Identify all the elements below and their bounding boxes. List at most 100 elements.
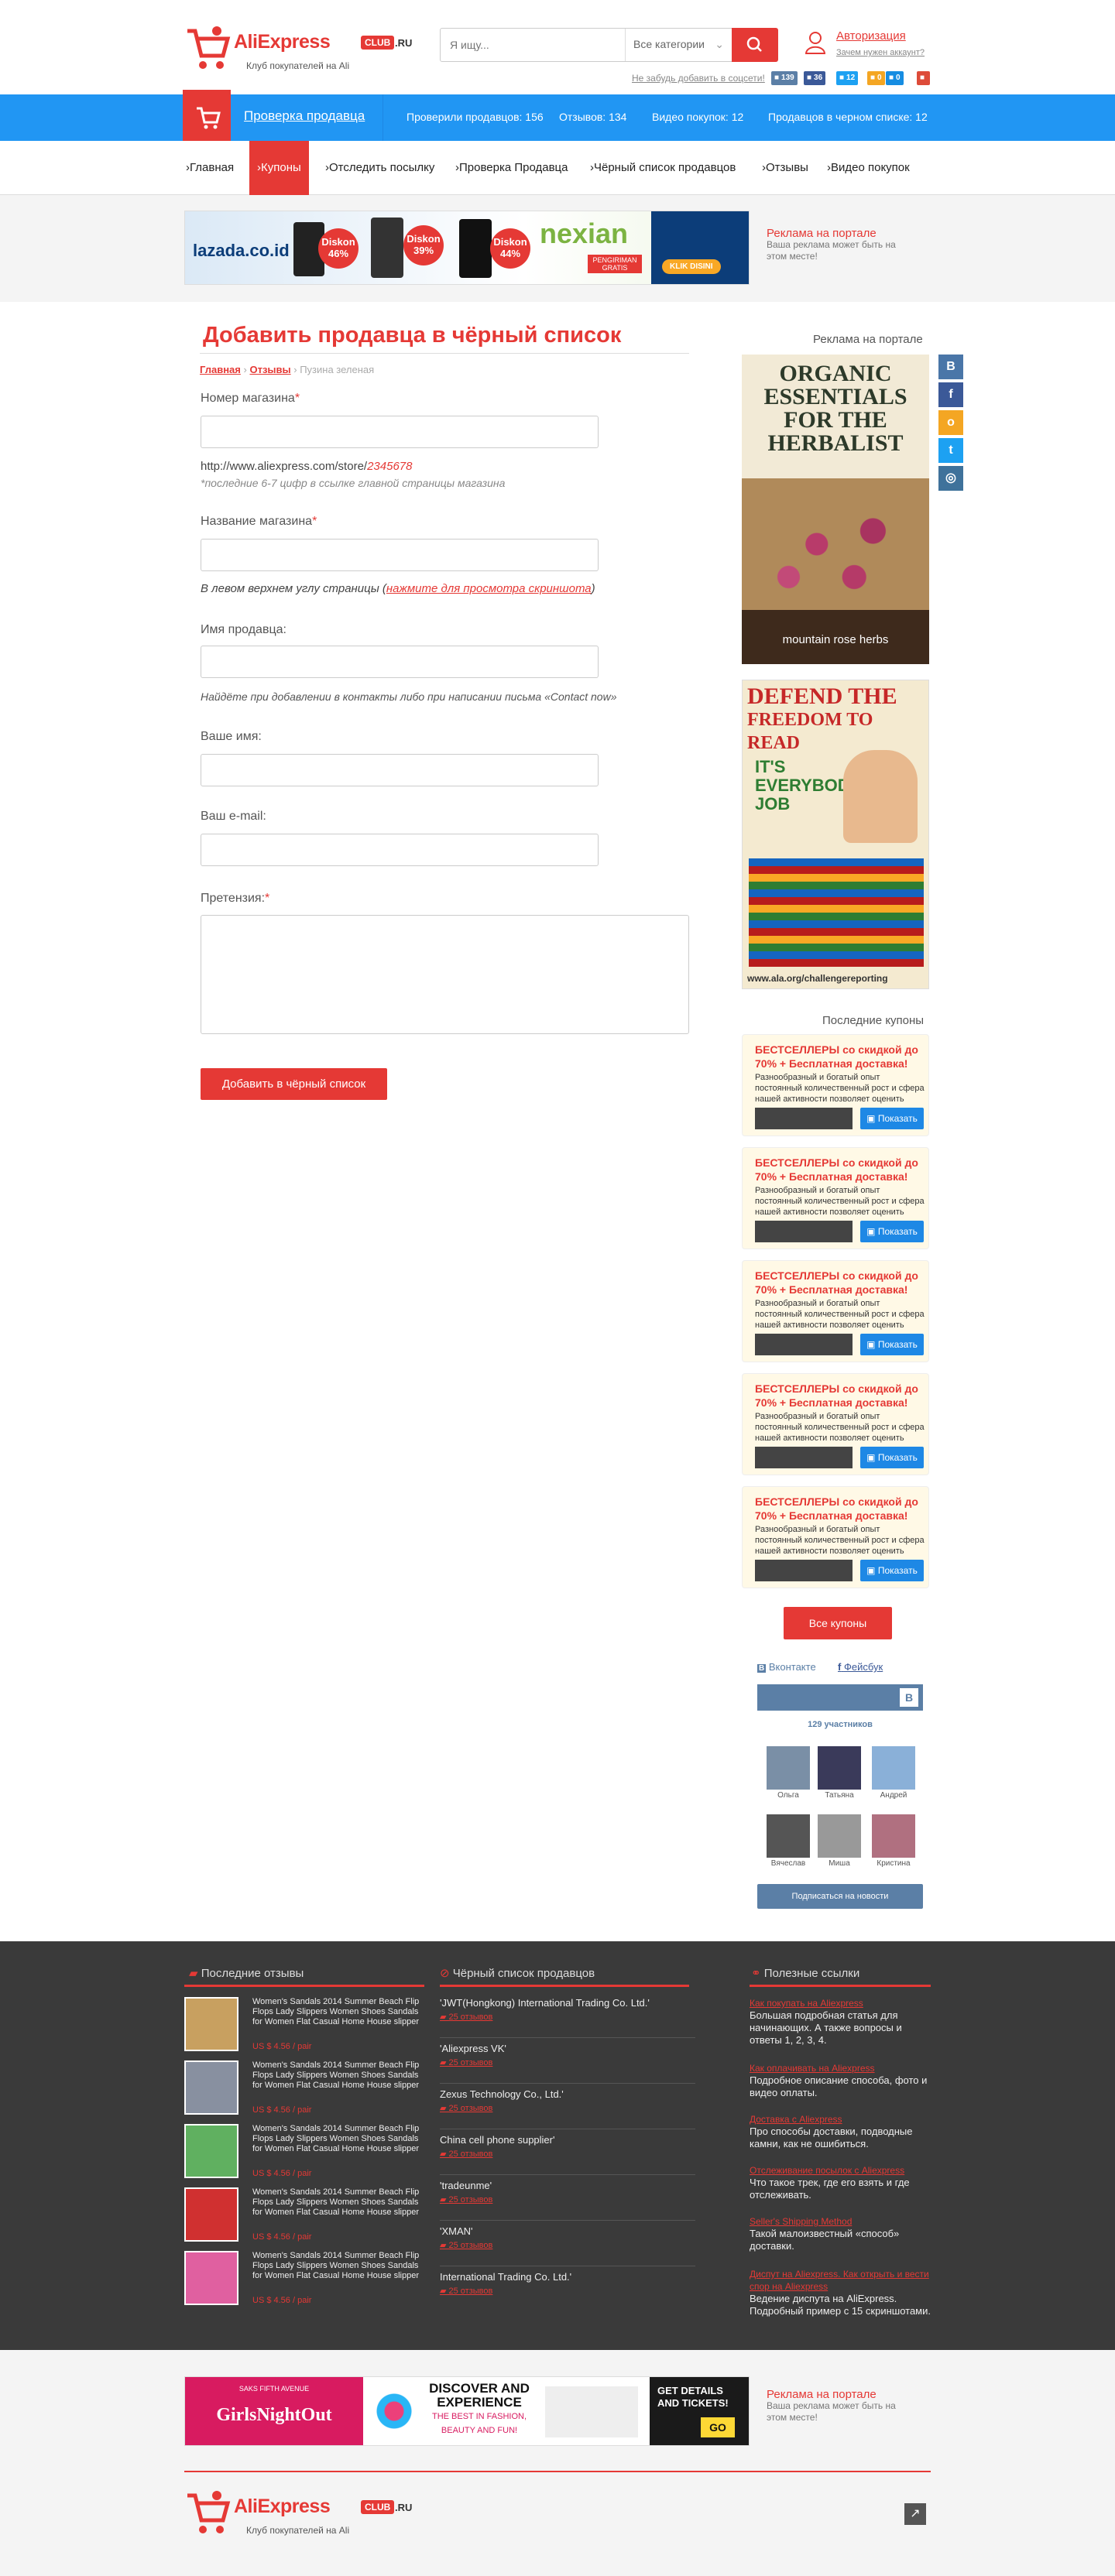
bottom-ad-banner[interactable]: SAKS FIFTH AVENUE GirlsNightOut DISCOVER…	[184, 2376, 750, 2446]
review-item[interactable]: Women's Sandals 2014 Summer Beach Flip F…	[184, 2251, 424, 2307]
show-coupon-button[interactable]: ▣ Показать	[860, 1447, 924, 1468]
show-coupon-button[interactable]: ▣ Показать	[860, 1560, 924, 1581]
rose-buds-image	[742, 478, 929, 610]
divider	[184, 2471, 931, 2472]
show-coupon-button[interactable]: ▣ Показать	[860, 1334, 924, 1355]
vk-share-button[interactable]: ■ 139	[771, 71, 798, 85]
reviews-count-link[interactable]: ▰ 25 отзывов	[440, 2057, 695, 2067]
review-item[interactable]: Women's Sandals 2014 Summer Beach Flip F…	[184, 2187, 424, 2243]
nav-item-blacklist[interactable]: ›Чёрный список продавцов	[590, 161, 736, 174]
mailru-share-button[interactable]: ■ 0	[886, 71, 904, 85]
all-coupons-button[interactable]: Все купоны	[784, 1607, 892, 1639]
add-to-blacklist-button[interactable]: Добавить в чёрный список	[201, 1068, 387, 1100]
nav-item-videos[interactable]: ›Видео покупок	[827, 161, 910, 174]
useful-link[interactable]: Как оплачивать на Aliexpress	[750, 2062, 931, 2074]
review-item[interactable]: Women's Sandals 2014 Summer Beach Flip F…	[184, 1997, 424, 2053]
member-avatar[interactable]: Кристина	[872, 1814, 915, 1868]
vk-widget-header[interactable]: В	[757, 1684, 923, 1711]
banner-event: GirlsNightOut	[216, 2405, 332, 2425]
member-avatar[interactable]: Татьяна	[818, 1746, 861, 1800]
search-input[interactable]	[441, 29, 625, 61]
divider	[184, 1985, 424, 1987]
blacklist-item[interactable]: Zexus Technology Co., Ltd.' ▰ 25 отзывов	[440, 2088, 695, 2113]
social-hint[interactable]: Не забудь добавить в соцсети!	[632, 73, 765, 84]
site-logo[interactable]: AliExpress CLUB .RU Клуб покупателей на …	[184, 23, 412, 74]
review-item[interactable]: Women's Sandals 2014 Summer Beach Flip F…	[184, 2124, 424, 2180]
search-button[interactable]	[732, 28, 778, 62]
facebook-icon[interactable]: f	[938, 382, 963, 407]
scroll-top-icon[interactable]: ↗	[904, 2503, 926, 2525]
useful-link[interactable]: Доставка с Aliexpress	[750, 2113, 931, 2126]
nav-label: Отзывы	[766, 161, 808, 174]
reviews-count-link[interactable]: ▰ 25 отзывов	[440, 2240, 695, 2250]
store-name-label: Название магазина*	[201, 515, 317, 529]
reviews-count-link[interactable]: ▰ 25 отзывов	[440, 2012, 695, 2022]
headline-line: ORGANIC	[779, 361, 892, 386]
breadcrumb-home[interactable]: Главная	[200, 364, 241, 375]
login-link[interactable]: Авторизация	[836, 29, 906, 43]
google-plus-share-button[interactable]: ■	[917, 71, 931, 85]
blacklist-item[interactable]: 'Aliexpress VK' ▰ 25 отзывов	[440, 2043, 695, 2067]
your-name-input[interactable]	[201, 754, 599, 786]
top-ad-banner[interactable]: lazada.co.id Diskon 46% Diskon 39% Disko…	[184, 211, 750, 285]
facebook-share-button[interactable]: ■ 36	[804, 71, 826, 85]
screenshot-link[interactable]: нажмите для просмотра скриншота	[386, 582, 592, 595]
odnoklassniki-icon[interactable]: о	[938, 410, 963, 435]
reviews-count-link[interactable]: ▰ 25 отзывов	[440, 2194, 695, 2204]
tab-vkontakte[interactable]: B Вконтакте	[757, 1661, 816, 1673]
blacklist-item[interactable]: China cell phone supplier' ▰ 25 отзывов	[440, 2134, 695, 2159]
show-coupon-button[interactable]: ▣ Показать	[860, 1221, 924, 1242]
useful-link[interactable]: Seller's Shipping Method	[750, 2215, 931, 2228]
sidebar-ad-ala[interactable]: DEFEND THE FREEDOM TO READ IT'S EVERYBOD…	[742, 680, 929, 989]
sidebar-ad-herbs[interactable]: ORGANIC ESSENTIALS FOR THE HERBALIST mou…	[742, 355, 929, 664]
member-avatar[interactable]: Ольга	[767, 1746, 810, 1800]
email-field[interactable]	[201, 834, 599, 866]
seller-check-link[interactable]: Проверка продавца	[244, 108, 365, 124]
useful-link[interactable]: Диспут на Aliexpress. Как открыть и вест…	[750, 2268, 931, 2293]
tab-facebook[interactable]: f Фейсбук	[838, 1661, 883, 1673]
reviews-count-link[interactable]: ▰ 25 отзывов	[440, 2149, 695, 2159]
blacklist-item[interactable]: 'JWT(Hongkong) International Trading Co.…	[440, 1997, 695, 2022]
category-select[interactable]: Все категории ⌄	[625, 29, 732, 61]
instagram-icon[interactable]: ◎	[938, 466, 963, 491]
odnoklassniki-share-button[interactable]: ■ 0	[867, 71, 885, 85]
review-item[interactable]: Women's Sandals 2014 Summer Beach Flip F…	[184, 2060, 424, 2116]
nav-item-seller-check[interactable]: ›Проверка Продавца	[455, 161, 568, 174]
twitter-icon[interactable]: t	[938, 438, 963, 463]
blacklist-item[interactable]: 'tradeunme' ▰ 25 отзывов	[440, 2180, 695, 2204]
blacklist-item[interactable]: 'XMAN' ▰ 25 отзывов	[440, 2225, 695, 2250]
subscribe-button[interactable]: Подписаться на новости	[757, 1884, 923, 1909]
go-button[interactable]: GO	[701, 2417, 735, 2437]
ad-title[interactable]: Реклама на портале	[767, 228, 898, 239]
twitter-share-button[interactable]: ■ 12	[836, 71, 859, 85]
useful-link[interactable]: Отслеживание посылок с Aliexpress	[750, 2164, 931, 2177]
blacklist-item[interactable]: International Trading Co. Ltd.' ▰ 25 отзы…	[440, 2271, 695, 2296]
useful-link[interactable]: Как покупать на Aliexpress	[750, 1997, 931, 2009]
store-number-input[interactable]	[201, 416, 599, 448]
claim-textarea[interactable]	[201, 915, 689, 1034]
store-name-input[interactable]	[201, 539, 599, 571]
seller-name-input[interactable]	[201, 646, 599, 678]
vk-icon[interactable]: В	[938, 355, 963, 379]
logo-club-badge: CLUB	[361, 36, 395, 50]
nav-item-coupons[interactable]: ›Купоны	[249, 141, 309, 195]
member-avatar[interactable]: Миша	[818, 1814, 861, 1868]
breadcrumb-reviews[interactable]: Отзывы	[249, 364, 290, 375]
ad-title[interactable]: Реклама на портале	[767, 2389, 898, 2400]
member-avatar[interactable]: Вячеслав	[767, 1814, 810, 1868]
nav-item-reviews[interactable]: ›Отзывы	[762, 161, 808, 174]
reviews-count-link[interactable]: ▰ 25 отзывов	[440, 2286, 695, 2296]
nav-item-home[interactable]: ›Главная	[186, 161, 234, 174]
share-count: 12	[846, 74, 856, 82]
footer-logo[interactable]: AliExpress CLUB .RU Клуб покупателей на …	[184, 2488, 412, 2539]
button-label: Показать	[877, 1452, 918, 1463]
cta-line: GET DETAILS	[657, 2385, 723, 2396]
member-avatar[interactable]: Андрей	[872, 1746, 915, 1800]
show-coupon-button[interactable]: ▣ Показать	[860, 1108, 924, 1129]
nav-label: Купоны	[261, 161, 301, 174]
headline-line: ESSENTIALS	[763, 384, 907, 409]
headline-line: FREEDOM TO READ	[747, 710, 873, 753]
why-account-link[interactable]: Зачем нужен аккаунт?	[836, 48, 925, 57]
reviews-count-link[interactable]: ▰ 25 отзывов	[440, 2103, 695, 2113]
nav-item-track[interactable]: ›Отследить посылку	[325, 161, 434, 174]
